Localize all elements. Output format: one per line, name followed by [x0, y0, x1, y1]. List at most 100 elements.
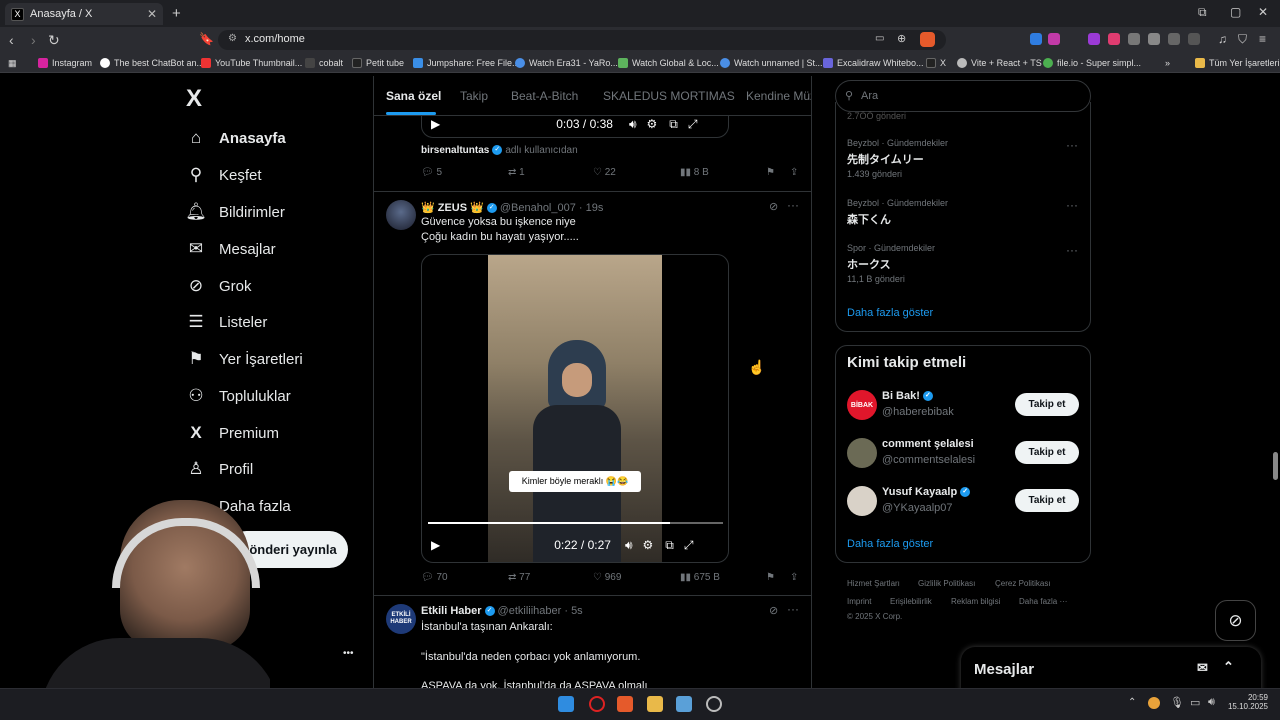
repost-button[interactable]: ⇄ 77: [508, 572, 530, 583]
microphone-icon[interactable]: 🎙︎: [1170, 696, 1184, 709]
clock[interactable]: 20:59 15.10.2025: [1226, 693, 1268, 711]
tab-list[interactable]: SKALEDUS MORTIMAS: [603, 89, 735, 103]
follow-button[interactable]: Takip et: [1015, 489, 1079, 512]
url-input[interactable]: ⚙ x.com/home ▭ ⊕: [218, 30, 946, 50]
bookmark-icon[interactable]: ⚑: [766, 572, 775, 583]
avatar[interactable]: [386, 200, 416, 230]
follow-button[interactable]: Takip et: [1015, 441, 1079, 464]
opera-icon[interactable]: [589, 696, 605, 712]
footer-link[interactable]: Gizlilik Politikası: [918, 579, 975, 588]
sidebar-item-lists[interactable]: ☰ Listeler: [185, 310, 267, 334]
new-tab-button[interactable]: +: [172, 5, 181, 22]
repost-button[interactable]: ⇄ 1: [508, 167, 525, 178]
sidebar-item-explore[interactable]: ⚲ Keşfet: [185, 163, 262, 187]
footer-link[interactable]: Reklam bilgisi: [951, 597, 1000, 606]
expand-icon[interactable]: ⌃: [1223, 659, 1234, 675]
back-icon[interactable]: ‹: [9, 32, 14, 48]
share-icon[interactable]: ⇪: [790, 572, 798, 583]
like-button[interactable]: ♡ 22: [593, 167, 616, 178]
tab-search-icon[interactable]: ⧉: [1198, 5, 1207, 20]
new-message-icon[interactable]: ✉: [1197, 660, 1208, 676]
bookmark-icon[interactable]: ⚑: [766, 167, 775, 178]
follow-button[interactable]: Takip et: [1015, 393, 1079, 416]
avatar[interactable]: [847, 486, 877, 516]
pip-icon[interactable]: ⧉: [665, 538, 674, 553]
bookmark-item[interactable]: Instagram: [38, 58, 92, 68]
menu-icon[interactable]: ≡: [1259, 32, 1266, 46]
post-time[interactable]: · 5s: [564, 605, 582, 617]
app-icon[interactable]: [676, 696, 692, 712]
follow-name[interactable]: comment şelalesi: [882, 438, 974, 450]
tab-following[interactable]: Takip: [460, 89, 488, 103]
sidebar-item-bookmarks[interactable]: ⚑ Yer İşaretleri: [185, 347, 302, 371]
footer-link[interactable]: Daha fazla ···: [1019, 597, 1067, 606]
sidebar-item-premium[interactable]: X Premium: [185, 421, 279, 445]
trend-item[interactable]: ホークス: [847, 256, 891, 272]
trend-item[interactable]: 森下くん: [847, 211, 891, 227]
share-icon[interactable]: ⇪: [790, 167, 798, 178]
all-bookmarks-folder[interactable]: Tüm Yer İşaretleri: [1195, 58, 1280, 68]
sidebar-item-notifications[interactable]: 🔔︎ Bildirimler: [185, 200, 285, 224]
bookmark-item[interactable]: X: [926, 58, 946, 68]
sidebar-item-grok[interactable]: ⊘ Grok: [185, 274, 252, 298]
author-name[interactable]: 👑 ZEUS 👑: [421, 202, 484, 214]
extension-icon[interactable]: [1148, 33, 1160, 45]
sidebar-item-home[interactable]: ⌂ Anasayfa: [185, 126, 286, 150]
sidebar-item-communities[interactable]: ⚇ Topluluklar: [185, 384, 290, 408]
avatar[interactable]: BİBAK: [847, 390, 877, 420]
fullscreen-icon[interactable]: ⤢: [688, 117, 698, 132]
bookmark-item[interactable]: file.io - Super simpl...: [1043, 58, 1141, 68]
follow-name[interactable]: Bi Bak! ✓: [882, 390, 936, 402]
trend-item[interactable]: 先制タイムリー: [847, 151, 924, 167]
play-icon[interactable]: ▶: [431, 538, 440, 552]
footer-link[interactable]: Çerez Politikası: [995, 579, 1051, 588]
sidebar-item-profile[interactable]: ♙ Profil: [185, 457, 253, 481]
avatar[interactable]: ETKİLİ HABER: [386, 604, 416, 634]
site-info-icon[interactable]: ⚙: [228, 33, 237, 44]
follow-handle[interactable]: @commentselalesi: [882, 454, 975, 466]
video-player[interactable]: Kimler böyle meraklı 😭😂: [421, 254, 729, 563]
play-icon[interactable]: ▶: [431, 117, 440, 131]
install-app-icon[interactable]: ▭: [875, 33, 884, 44]
bookmark-item[interactable]: Excalidraw Whitebo...: [823, 58, 924, 68]
bookmark-item[interactable]: Watch Era31 - YaRo...: [515, 58, 618, 68]
trend-more-icon[interactable]: ···: [1066, 243, 1078, 257]
tab-list[interactable]: Beat-A-Bitch: [511, 89, 578, 103]
grok-icon[interactable]: ⊘: [769, 200, 778, 213]
sidebar-item-messages[interactable]: ✉ Mesajlar: [185, 237, 276, 261]
extension-icon[interactable]: [1030, 33, 1042, 45]
author-name[interactable]: Etkili Haber: [421, 605, 482, 617]
follow-handle[interactable]: @YKayaalp07: [882, 502, 953, 514]
volume-icon[interactable]: 🔊︎: [1208, 696, 1215, 709]
avatar[interactable]: [847, 438, 877, 468]
volume-icon[interactable]: 🔊︎: [625, 538, 633, 553]
brave-shield-icon[interactable]: [920, 32, 935, 47]
maximize-icon[interactable]: ▢: [1230, 5, 1241, 19]
fullscreen-icon[interactable]: ⤢: [684, 538, 694, 553]
downloads-icon[interactable]: [1188, 33, 1200, 45]
author-handle[interactable]: @Benahol_007: [500, 202, 576, 214]
file-explorer-icon[interactable]: [647, 696, 663, 712]
footer-link[interactable]: Imprint: [847, 597, 871, 606]
extensions-puzzle-icon[interactable]: [1168, 33, 1180, 45]
grok-icon[interactable]: ⊘: [769, 604, 778, 617]
tray-expand-icon[interactable]: ⌃: [1128, 697, 1136, 708]
tab-list[interactable]: Kendine Müz: [746, 89, 811, 103]
footer-link[interactable]: Hizmet Şartları: [847, 579, 900, 588]
reply-button[interactable]: 💬︎ 5: [421, 167, 442, 178]
bookmark-item[interactable]: Petit tube: [352, 58, 404, 68]
bookmark-page-icon[interactable]: 🔖: [199, 32, 214, 46]
post-more-icon[interactable]: ···: [787, 198, 799, 212]
brave-icon[interactable]: [617, 696, 633, 712]
apps-grid-icon[interactable]: ▦: [8, 58, 17, 69]
like-button[interactable]: ♡ 969: [593, 572, 621, 583]
page-scrollbar[interactable]: [1273, 452, 1278, 480]
bookmarks-overflow-icon[interactable]: »: [1165, 58, 1170, 68]
settings-icon[interactable]: ⚙: [643, 538, 654, 552]
views-button[interactable]: ▮▮ 8 B: [680, 167, 709, 178]
reply-button[interactable]: 💬︎ 70: [421, 572, 448, 583]
bookmark-item[interactable]: Watch unnamed | St...: [720, 58, 823, 68]
show-more-follow-link[interactable]: Daha fazla göster: [847, 538, 933, 550]
video-progress-track[interactable]: [428, 522, 723, 524]
extension-icon[interactable]: [1088, 33, 1100, 45]
